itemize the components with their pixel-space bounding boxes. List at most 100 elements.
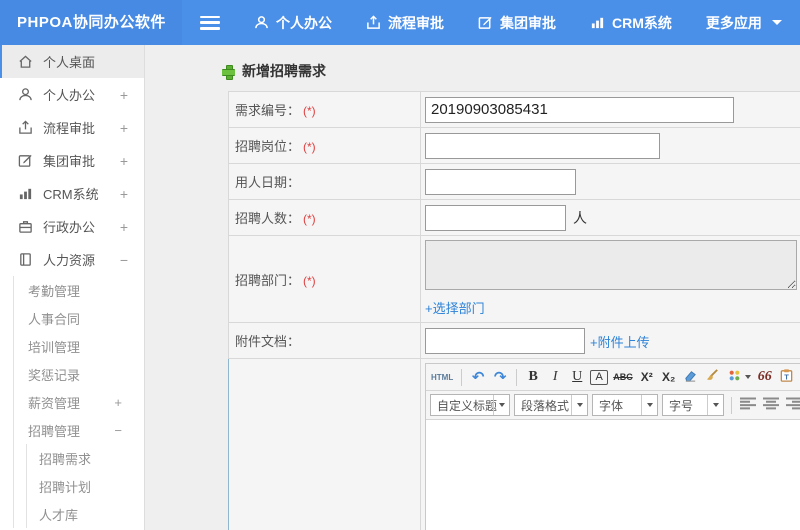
hire-date-input[interactable] [425,168,576,195]
sidebar-item-recruit-management[interactable]: 招聘管理 − [14,416,144,444]
nav-label: 更多应用 [705,14,762,31]
custom-title-dropdown[interactable]: 自定义标题 [430,394,510,416]
editor-content-area[interactable] [426,420,800,530]
caret-down-icon [744,375,751,379]
attachment-upload-link[interactable]: +附件上传 [590,332,650,351]
toolbar-separator [516,368,518,386]
paragraph-format-dropdown[interactable]: 段落格式 [514,394,588,416]
paste-icon: T [779,368,794,386]
recruit-dept-textarea[interactable] [425,240,797,290]
source-code-button[interactable]: HTML [430,367,454,387]
top-nav: 个人办公 流程审批 集团审批 CRM系统 更多应用 [254,13,782,33]
sidebar-item-training-management[interactable]: 培训管理 [14,332,144,360]
form-row-recruit-position: 招聘岗位： (*) [228,127,800,164]
sidebar-item-human-resources[interactable]: 人力资源 − [0,243,144,276]
nav-personal-office[interactable]: 个人办公 [254,13,332,33]
sidebar-item-admin-office[interactable]: 行政办公 + [0,210,144,243]
sidebar-item-label: 个人桌面 [43,55,96,70]
flow-icon [18,120,34,136]
sidebar-submenu-recruit: 招聘需求 招聘计划 人才库 [26,444,144,528]
recruit-count-input[interactable] [425,204,566,231]
bold-button[interactable]: B [524,367,542,387]
expand-plus-icon[interactable]: + [120,186,128,202]
page-title-bar: 新增招聘需求 [146,45,800,91]
blockquote-button[interactable]: 66 [756,367,774,387]
format-brush-button[interactable] [704,367,722,387]
dropdown-label: 字体 [599,398,624,413]
menu-toggle-icon[interactable] [200,15,220,30]
user-icon [254,15,269,30]
expand-plus-icon[interactable]: + [114,395,122,410]
field-label: 需求编号： [235,103,301,118]
align-center-button[interactable] [762,395,781,415]
expand-plus-icon[interactable]: + [120,153,128,169]
nav-label: 集团审批 [500,14,556,31]
sidebar-item-group-approval[interactable]: 集团审批 + [0,144,144,177]
field-label: 附件文档： [235,334,301,349]
sidebar-item-salary-management[interactable]: 薪资管理 + [14,388,144,416]
rich-text-editor: HTML ↶ ↷ B I U A ABC X² X₂ 66 T 自定义标题 段落… [425,363,800,530]
page-title: 新增招聘需求 [242,63,326,79]
undo-button[interactable]: ↶ [469,367,487,387]
recruitment-form: 需求编号： (*) 招聘岗位：(*) 用人日期： [228,91,800,530]
select-dept-link[interactable]: +选择部门 [425,298,485,317]
add-icon [222,64,235,80]
redo-button[interactable]: ↷ [491,367,509,387]
nav-group-approval[interactable]: 集团审批 [478,13,556,33]
subscript-button[interactable]: X₂ [660,367,678,387]
superscript-button[interactable]: X² [638,367,656,387]
nav-crm-system[interactable]: CRM系统 [590,13,672,33]
field-label: 招聘部门： [235,272,301,288]
sidebar-item-label: 奖惩记录 [28,367,81,383]
dropdown-label: 自定义标题 [437,398,498,413]
dropdown-label: 字号 [669,398,694,413]
sidebar-item-label: 培训管理 [28,339,81,355]
sidebar-item-talent-pool[interactable]: 人才库 [27,500,144,528]
expand-plus-icon[interactable]: + [120,120,128,136]
strikethrough-button[interactable]: ABC [612,367,634,387]
caret-down-icon [641,395,657,415]
collapse-minus-icon[interactable]: − [114,423,122,438]
sidebar-item-label: 人事合同 [28,311,81,327]
italic-button[interactable]: I [546,367,564,387]
align-left-button[interactable] [739,395,758,415]
sidebar-item-reward-punishment[interactable]: 奖惩记录 [14,360,144,388]
paste-as-text-button[interactable]: T [778,367,796,387]
nav-workflow-approval[interactable]: 流程审批 [366,13,444,33]
attachment-input[interactable] [425,327,585,354]
font-border-button[interactable]: A [590,369,609,385]
edit-icon [18,153,34,169]
sidebar-item-label: 薪资管理 [28,395,81,411]
nav-label: 流程审批 [388,14,444,31]
sidebar-item-hr-contract[interactable]: 人事合同 [14,304,144,332]
demand-no-input[interactable] [425,96,734,123]
highlight-color-button[interactable] [726,367,752,387]
sidebar-item-personal-desktop[interactable]: 个人桌面 [0,45,144,78]
nav-more-apps[interactable]: 更多应用 [706,13,782,33]
align-center-icon [763,397,780,413]
sidebar-item-attendance-management[interactable]: 考勤管理 [14,276,144,304]
book-icon [18,252,34,268]
sidebar-item-recruit-demand[interactable]: 招聘需求 [27,444,144,472]
collapse-minus-icon[interactable]: − [120,252,128,268]
eraser-button[interactable] [682,367,700,387]
field-label: 招聘岗位： [235,139,301,154]
expand-plus-icon[interactable]: + [120,219,128,235]
underline-button[interactable]: U [568,367,586,387]
app-logo: PHPOA协同办公软件 [0,0,182,45]
font-size-dropdown[interactable]: 字号 [662,394,724,416]
sidebar-item-crm-system[interactable]: CRM系统 + [0,177,144,210]
briefcase-icon [18,219,34,235]
required-marker: (*) [303,212,316,226]
sidebar-item-recruit-plan[interactable]: 招聘计划 [27,472,144,500]
field-label: 用人日期： [235,175,301,190]
align-right-icon [786,397,800,413]
recruit-position-input[interactable] [425,132,660,159]
sidebar: 个人桌面 个人办公 + 流程审批 + 集团审批 + CRM系统 + 行政办公 +… [0,45,145,530]
expand-plus-icon[interactable]: + [120,87,128,103]
chart-icon [18,186,34,202]
sidebar-item-workflow-approval[interactable]: 流程审批 + [0,111,144,144]
sidebar-item-personal-office[interactable]: 个人办公 + [0,78,144,111]
align-right-button[interactable] [785,395,800,415]
font-family-dropdown[interactable]: 字体 [592,394,658,416]
